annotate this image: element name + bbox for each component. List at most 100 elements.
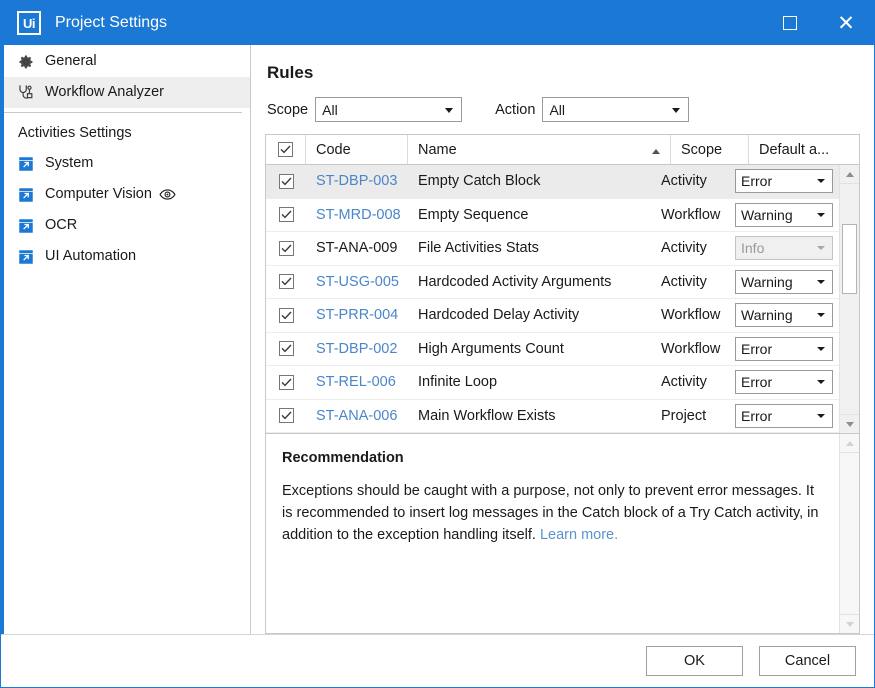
scope-filter-select[interactable]: All xyxy=(315,97,462,122)
table-row[interactable]: ST-DBP-003Empty Catch BlockActivity Error xyxy=(266,165,839,199)
default-action-value: Error xyxy=(741,341,772,357)
row-checkbox[interactable] xyxy=(279,241,294,256)
cell-code[interactable]: ST-MRD-008 xyxy=(306,207,408,223)
default-action-value: Error xyxy=(741,408,772,424)
recommendation-panel: Recommendation Exceptions should be caug… xyxy=(265,434,860,634)
cell-code[interactable]: ST-PRR-004 xyxy=(306,307,408,323)
default-action-select[interactable]: Error xyxy=(735,404,833,428)
scroll-down-button[interactable] xyxy=(840,614,859,633)
package-icon xyxy=(15,246,36,267)
sidebar-item-ocr[interactable]: OCR xyxy=(4,210,250,241)
sidebar-item-system[interactable]: System xyxy=(4,148,250,179)
scroll-up-button[interactable] xyxy=(840,165,859,184)
sidebar-item-ui-automation-label: UI Automation xyxy=(45,249,136,264)
row-checkbox[interactable] xyxy=(279,207,294,222)
row-checkbox[interactable] xyxy=(279,341,294,356)
table-row[interactable]: ST-PRR-004Hardcoded Delay ActivityWorkfl… xyxy=(266,299,839,333)
row-checkbox-cell[interactable] xyxy=(266,408,306,423)
cell-default-action: Warning xyxy=(729,270,839,294)
sidebar-item-general[interactable]: General xyxy=(4,46,250,77)
cell-code[interactable]: ST-DBP-002 xyxy=(306,341,408,357)
default-action-select[interactable]: Error xyxy=(735,337,833,361)
chevron-down-icon xyxy=(846,422,854,427)
stethoscope-icon xyxy=(15,82,36,103)
scrollbar-track[interactable] xyxy=(840,184,859,414)
select-all-checkbox[interactable] xyxy=(278,142,293,157)
rules-grid: Code Name Scope Default a... ST-DBP-003E… xyxy=(265,134,860,434)
gear-icon xyxy=(15,51,36,72)
cell-code[interactable]: ST-ANA-006 xyxy=(306,408,408,424)
column-header-scope[interactable]: Scope xyxy=(671,135,749,164)
cell-default-action: Error xyxy=(729,337,839,361)
ok-button[interactable]: OK xyxy=(646,646,743,676)
action-filter-select[interactable]: All xyxy=(542,97,689,122)
default-action-select[interactable]: Error xyxy=(735,370,833,394)
default-action-select[interactable]: Warning xyxy=(735,203,833,227)
row-checkbox[interactable] xyxy=(279,308,294,323)
scope-filter-value: All xyxy=(322,102,338,118)
column-header-default-action[interactable]: Default a... xyxy=(749,135,859,164)
maximize-button[interactable] xyxy=(762,1,818,45)
column-header-name[interactable]: Name xyxy=(408,135,671,164)
sidebar-section-activities-settings: Activities Settings xyxy=(4,117,250,148)
scrollbar-thumb[interactable] xyxy=(842,224,857,294)
cell-name: Hardcoded Activity Arguments xyxy=(408,274,651,290)
default-action-value: Warning xyxy=(741,307,793,323)
sidebar-item-system-label: System xyxy=(45,156,93,171)
cell-code[interactable]: ST-DBP-003 xyxy=(306,173,408,189)
table-row[interactable]: ST-USG-005Hardcoded Activity ArgumentsAc… xyxy=(266,266,839,300)
sidebar-item-computer-vision[interactable]: Computer Vision xyxy=(4,179,250,210)
table-row[interactable]: ST-ANA-006Main Workflow ExistsProjectErr… xyxy=(266,400,839,434)
rules-grid-scrollbar[interactable] xyxy=(839,165,859,433)
default-action-select[interactable]: Warning xyxy=(735,270,833,294)
cell-name: Empty Sequence xyxy=(408,207,651,223)
cell-scope: Project xyxy=(651,408,729,424)
column-header-select-all[interactable] xyxy=(266,135,306,164)
cell-name: Hardcoded Delay Activity xyxy=(408,307,651,323)
learn-more-link[interactable]: Learn more. xyxy=(540,527,618,543)
table-row[interactable]: ST-MRD-008Empty SequenceWorkflowWarning xyxy=(266,199,839,233)
row-checkbox-cell[interactable] xyxy=(266,207,306,222)
recommendation-scrollbar[interactable] xyxy=(839,434,859,633)
cell-code[interactable]: ST-REL-006 xyxy=(306,374,408,390)
column-header-code[interactable]: Code xyxy=(306,135,408,164)
row-checkbox[interactable] xyxy=(279,408,294,423)
package-icon xyxy=(15,215,36,236)
row-checkbox-cell[interactable] xyxy=(266,341,306,356)
row-checkbox-cell[interactable] xyxy=(266,375,306,390)
page-title: Rules xyxy=(267,63,860,83)
action-filter-value: All xyxy=(549,102,565,118)
default-action-select[interactable]: Error xyxy=(735,169,833,193)
default-action-select: Info xyxy=(735,236,833,260)
rules-row-list: ST-DBP-003Empty Catch BlockActivityError… xyxy=(266,165,839,433)
row-checkbox-cell[interactable] xyxy=(266,308,306,323)
row-checkbox-cell[interactable] xyxy=(266,274,306,289)
table-row[interactable]: ST-REL-006Infinite LoopActivityError xyxy=(266,366,839,400)
dialog-body: General Workflow Analyzer Activities Set… xyxy=(1,45,874,634)
row-checkbox[interactable] xyxy=(279,174,294,189)
scrollbar-track[interactable] xyxy=(840,453,859,614)
scroll-down-button[interactable] xyxy=(840,414,859,433)
scroll-up-button[interactable] xyxy=(840,434,859,453)
row-checkbox-cell[interactable] xyxy=(266,174,306,189)
cell-scope: Activity xyxy=(651,240,729,256)
row-checkbox-cell[interactable] xyxy=(266,241,306,256)
row-checkbox[interactable] xyxy=(279,375,294,390)
cell-code[interactable]: ST-ANA-009 xyxy=(306,240,408,256)
default-action-select[interactable]: Warning xyxy=(735,303,833,327)
cell-default-action: Error xyxy=(729,404,839,428)
sidebar-item-workflow-analyzer[interactable]: Workflow Analyzer xyxy=(4,77,250,108)
cell-scope: Activity xyxy=(651,274,729,290)
sidebar-item-ui-automation[interactable]: UI Automation xyxy=(4,241,250,272)
eye-icon[interactable] xyxy=(159,188,176,202)
cell-name: Empty Catch Block xyxy=(408,173,651,189)
cell-scope: Activity xyxy=(651,173,729,189)
sidebar-item-workflow-analyzer-label: Workflow Analyzer xyxy=(45,85,164,100)
cell-code[interactable]: ST-USG-005 xyxy=(306,274,408,290)
rules-grid-body: ST-DBP-003Empty Catch BlockActivityError… xyxy=(266,165,859,433)
close-button[interactable]: ✕ xyxy=(818,1,874,45)
cancel-button[interactable]: Cancel xyxy=(759,646,856,676)
table-row[interactable]: ST-DBP-002High Arguments CountWorkflowEr… xyxy=(266,333,839,367)
row-checkbox[interactable] xyxy=(279,274,294,289)
table-row[interactable]: ST-ANA-009File Activities StatsActivityI… xyxy=(266,232,839,266)
